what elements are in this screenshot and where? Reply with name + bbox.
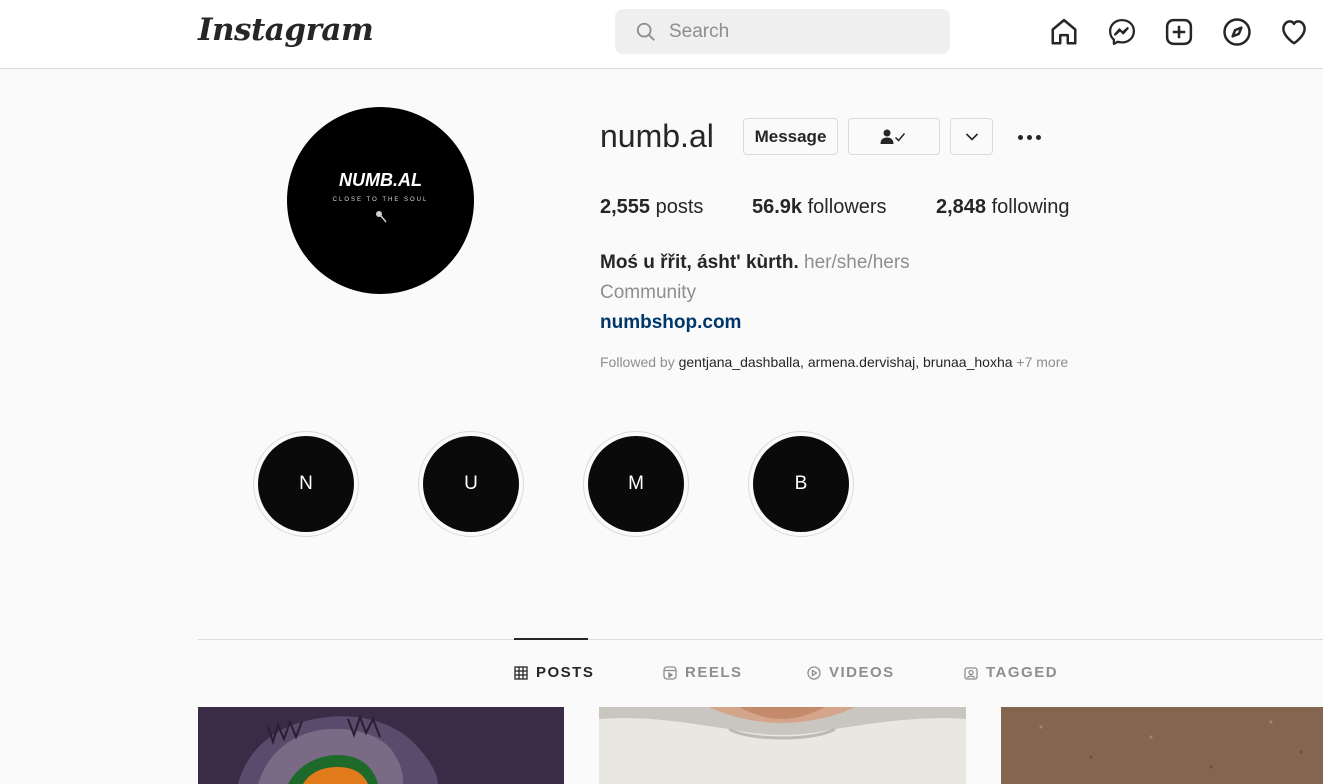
- following-button[interactable]: [848, 118, 940, 155]
- tab-reels[interactable]: REELS: [663, 664, 743, 681]
- followed-by-user[interactable]: armena.dervishaj: [808, 354, 915, 370]
- followers-stat[interactable]: 56.9k followers: [752, 196, 887, 219]
- tab-videos-label: VIDEOS: [829, 664, 895, 681]
- post-thumbnail[interactable]: [599, 707, 966, 784]
- story-highlight-label: U: [423, 436, 519, 532]
- more-options-icon[interactable]: [1010, 120, 1048, 154]
- microphone-icon: [375, 211, 387, 223]
- tab-tagged[interactable]: TAGGED: [964, 664, 1058, 681]
- following-label: following: [991, 196, 1070, 218]
- tab-tagged-label: TAGGED: [986, 664, 1059, 681]
- top-navigation-bar: Instagram: [0, 0, 1323, 69]
- followed-by-prefix: Followed by: [600, 354, 675, 370]
- tab-posts[interactable]: POSTS: [514, 664, 594, 681]
- video-icon: [807, 665, 821, 680]
- bio-pronouns: her/she/hers: [804, 252, 910, 273]
- bio-name: Moś u řřit, ásht' kùrth. her/she/hers: [600, 252, 910, 274]
- followed-by-line[interactable]: Followed by gentjana_dashballa, armena.d…: [600, 354, 1068, 370]
- posts-label: posts: [655, 196, 704, 218]
- message-button[interactable]: Message: [743, 118, 838, 155]
- bio-display-name: Moś u řřit, ásht' kùrth.: [600, 252, 799, 273]
- new-post-icon[interactable]: [1163, 16, 1195, 48]
- user-following-icon: [880, 129, 906, 144]
- tab-reels-label: REELS: [685, 664, 743, 681]
- explore-icon[interactable]: [1221, 16, 1253, 48]
- post-image: [599, 707, 966, 784]
- tabs-divider: [198, 639, 1323, 640]
- chevron-down-icon: [965, 132, 978, 141]
- tab-posts-label: POSTS: [536, 664, 595, 681]
- followers-count: 56.9k: [752, 196, 803, 218]
- post-image: [198, 707, 564, 784]
- avatar-brand-text: NUMB.AL: [339, 170, 422, 190]
- suggested-accounts-button[interactable]: [950, 118, 993, 155]
- followed-by-user[interactable]: gentjana_dashballa: [679, 354, 800, 370]
- grid-icon: [514, 665, 528, 680]
- story-highlight-label: N: [258, 436, 354, 532]
- story-highlight-label: B: [753, 436, 849, 532]
- profile-username: numb.al: [600, 118, 714, 154]
- search-input[interactable]: [669, 9, 939, 54]
- posts-count-stat: 2,555 posts: [600, 196, 703, 219]
- story-highlight[interactable]: U: [418, 431, 524, 537]
- story-highlight[interactable]: M: [583, 431, 689, 537]
- story-highlight[interactable]: N: [253, 431, 359, 537]
- followers-label: followers: [807, 196, 887, 218]
- bio-category: Community: [600, 282, 697, 303]
- active-tab-indicator: [514, 638, 588, 640]
- tagged-icon: [964, 666, 978, 680]
- post-thumbnail[interactable]: [198, 707, 564, 784]
- tab-videos[interactable]: VIDEOS: [807, 664, 895, 681]
- reels-icon: [663, 665, 677, 680]
- messenger-icon[interactable]: [1106, 16, 1138, 48]
- posts-count: 2,555: [600, 196, 651, 218]
- profile-avatar[interactable]: NUMB.AL CLOSE TO THE SOUL: [287, 107, 474, 294]
- instagram-logo[interactable]: Instagram: [198, 12, 374, 48]
- following-stat[interactable]: 2,848 following: [936, 196, 1069, 219]
- search-icon: [636, 22, 655, 41]
- followed-by-more[interactable]: +7 more: [1016, 354, 1068, 370]
- avatar-tagline: CLOSE TO THE SOUL: [332, 197, 429, 203]
- activity-heart-icon[interactable]: [1278, 16, 1310, 48]
- following-count: 2,848: [936, 196, 987, 218]
- search-box[interactable]: [615, 9, 950, 54]
- story-highlight-label: M: [588, 436, 684, 532]
- post-image: [1001, 707, 1323, 784]
- followed-by-user[interactable]: brunaa_hoxha: [923, 354, 1013, 370]
- home-icon[interactable]: [1048, 16, 1080, 48]
- story-highlight[interactable]: B: [748, 431, 854, 537]
- post-thumbnail[interactable]: [1001, 707, 1323, 784]
- bio-website-link[interactable]: numbshop.com: [600, 312, 741, 334]
